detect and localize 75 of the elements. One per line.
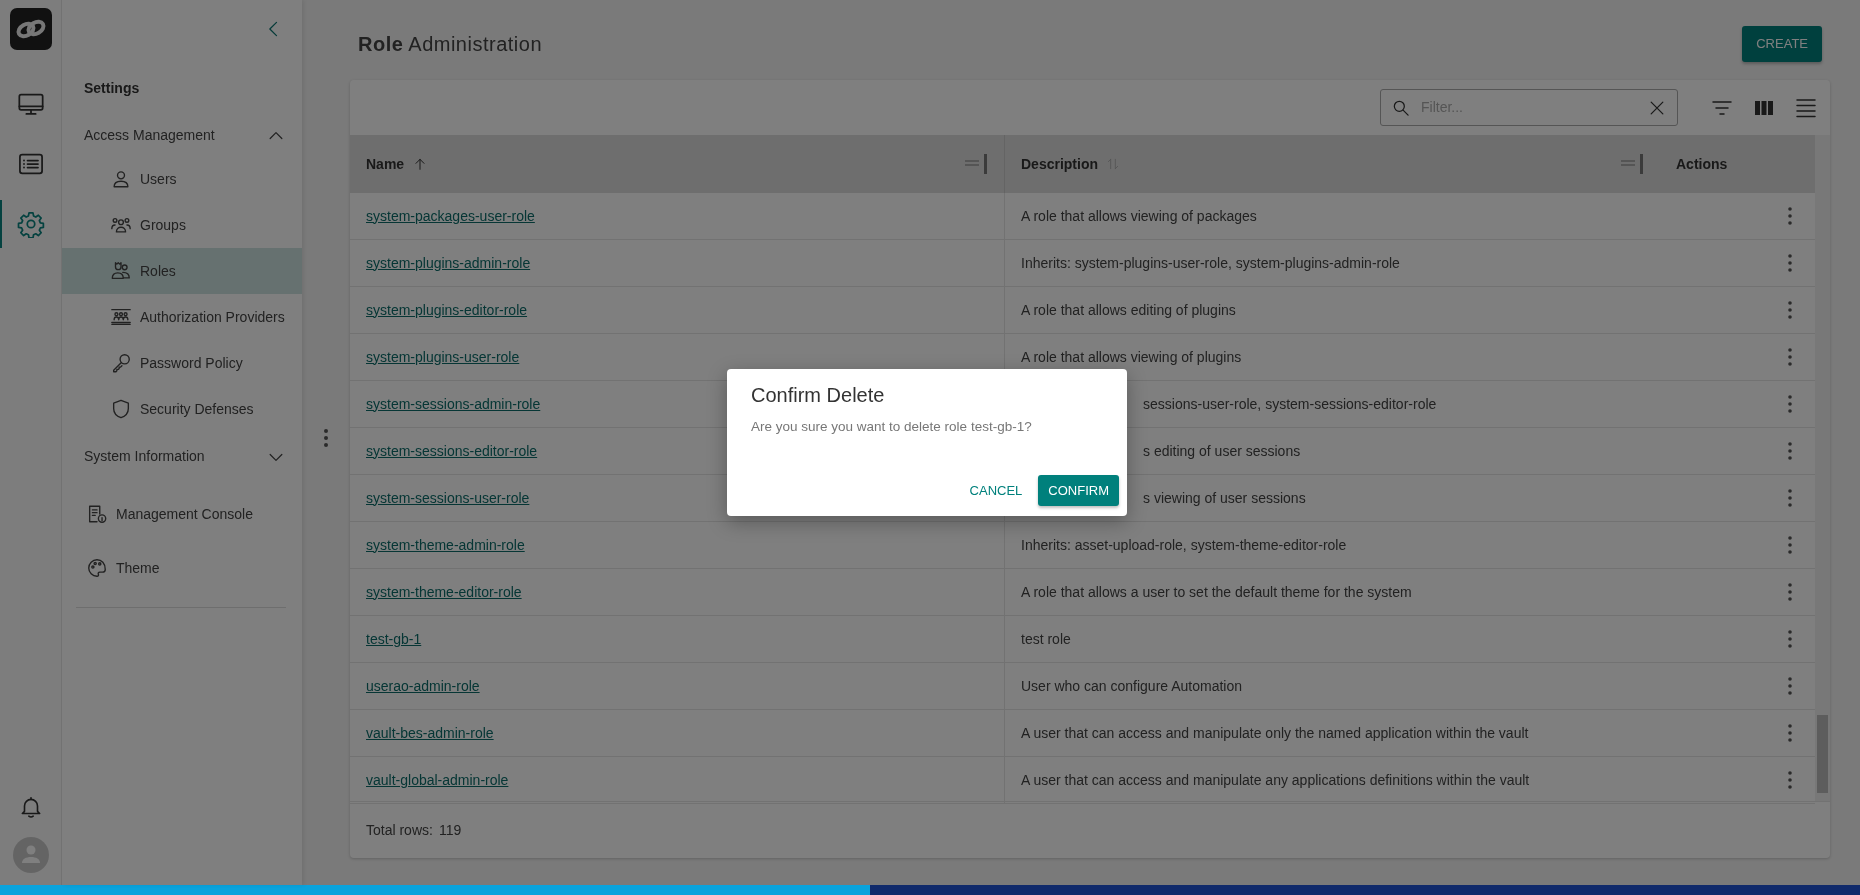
people-icon — [110, 260, 132, 282]
sidebar-heading: Settings — [83, 79, 141, 98]
section-toggle[interactable]: System Information — [62, 436, 302, 477]
more-icon — [1787, 676, 1793, 696]
role-link[interactable]: system-packages-user-role — [366, 205, 535, 227]
role-link[interactable]: test-gb-1 — [366, 628, 422, 650]
more-icon — [1787, 535, 1793, 555]
role-link[interactable]: system-plugins-admin-role — [366, 252, 531, 274]
description-text: A role that allows viewing of packages — [1021, 206, 1257, 226]
role-link[interactable]: vault-bes-admin-role — [366, 722, 494, 744]
nav-item[interactable]: Authorization Providers — [62, 294, 302, 340]
dialog-message: Are you sure you want to delete role test-gb-1? — [751, 418, 1033, 436]
row-count: 119 — [438, 820, 462, 840]
more-icon — [1787, 394, 1793, 414]
role-link[interactable]: system-sessions-admin-role — [366, 393, 541, 415]
role-link[interactable]: system-theme-admin-role — [366, 534, 525, 556]
drag-handle-icon — [323, 427, 329, 448]
description-text: Inherits: asset-upload-role, system-theme-editor-role — [1021, 535, 1347, 555]
description-text: A user that can access and manipulate any applications definitions within the vault — [1021, 770, 1530, 790]
nav-item[interactable]: Security Defenses — [62, 386, 302, 432]
document-icon — [86, 503, 108, 525]
role-link[interactable]: system-sessions-editor-role — [366, 440, 538, 462]
description-text: A user that can access and manipulate only the named application within the vault — [1021, 723, 1529, 743]
description-text: A role that allows a user to set the default theme for the system — [1021, 582, 1412, 602]
description-text: User who can configure Automation — [1021, 676, 1242, 696]
dialog-title: Confirm Delete — [751, 383, 886, 407]
description-text: Inherits: system-plugins-user-role, system-plugins-admin-role — [1021, 253, 1400, 273]
more-icon — [1787, 441, 1793, 461]
more-icon — [1787, 347, 1793, 367]
description-text: sessions-user-role, system-sessions-editor-role — [1143, 394, 1437, 414]
role-link[interactable]: system-plugins-editor-role — [366, 299, 528, 321]
more-icon — [1787, 629, 1793, 649]
sort-icon — [1106, 157, 1120, 171]
description-text: A role that allows editing of plugins — [1021, 300, 1236, 320]
more-icon — [1787, 253, 1793, 273]
key-icon — [110, 352, 132, 374]
description-text: A role that allows viewing of plugins — [1021, 347, 1242, 367]
people-icon — [110, 306, 132, 328]
scrollbar[interactable] — [1815, 135, 1830, 801]
column-resize-icon — [1620, 152, 1644, 176]
nav-item[interactable]: Groups — [62, 202, 302, 248]
shield-icon — [110, 398, 132, 420]
nav-item[interactable]: Management Console — [62, 491, 302, 537]
description-text: s editing of user sessions — [1143, 441, 1301, 461]
column-resize-icon — [964, 152, 988, 176]
nav-item[interactable]: Users — [62, 156, 302, 202]
nav-item[interactable]: Theme — [62, 545, 302, 591]
logo-icon — [10, 8, 52, 50]
section-toggle[interactable]: Access Management — [62, 115, 302, 156]
role-link[interactable]: system-sessions-user-role — [366, 487, 530, 509]
settings-icon — [17, 210, 45, 238]
nav-item[interactable]: Roles — [62, 248, 302, 294]
description-text: s viewing of user sessions — [1143, 488, 1306, 508]
more-icon — [1787, 582, 1793, 602]
column-header[interactable]: Description — [1021, 153, 1098, 175]
footer-label: Total rows: — [366, 820, 433, 840]
more-icon — [1787, 723, 1793, 743]
palette-icon — [86, 557, 108, 579]
role-link[interactable]: system-theme-editor-role — [366, 581, 522, 603]
more-icon — [1787, 206, 1793, 226]
role-link[interactable]: userao-admin-role — [366, 675, 480, 697]
confirm-button[interactable]: CONFIRM — [1038, 474, 1119, 506]
column-header: Actions — [1676, 154, 1728, 174]
column-header[interactable]: Name — [366, 153, 405, 175]
more-icon — [1787, 488, 1793, 508]
cancel-button[interactable]: CANCEL — [967, 474, 1025, 506]
more-icon — [1787, 770, 1793, 790]
more-icon — [1787, 300, 1793, 320]
description-text: test role — [1021, 629, 1071, 649]
avatar-icon — [13, 837, 49, 873]
page-title: Role Administration — [358, 32, 542, 57]
nav-item[interactable]: Password Policy — [62, 340, 302, 386]
role-link[interactable]: system-plugins-user-role — [366, 346, 520, 368]
create-button[interactable]: CREATE — [1742, 26, 1822, 62]
role-link[interactable]: vault-global-admin-role — [366, 769, 509, 791]
